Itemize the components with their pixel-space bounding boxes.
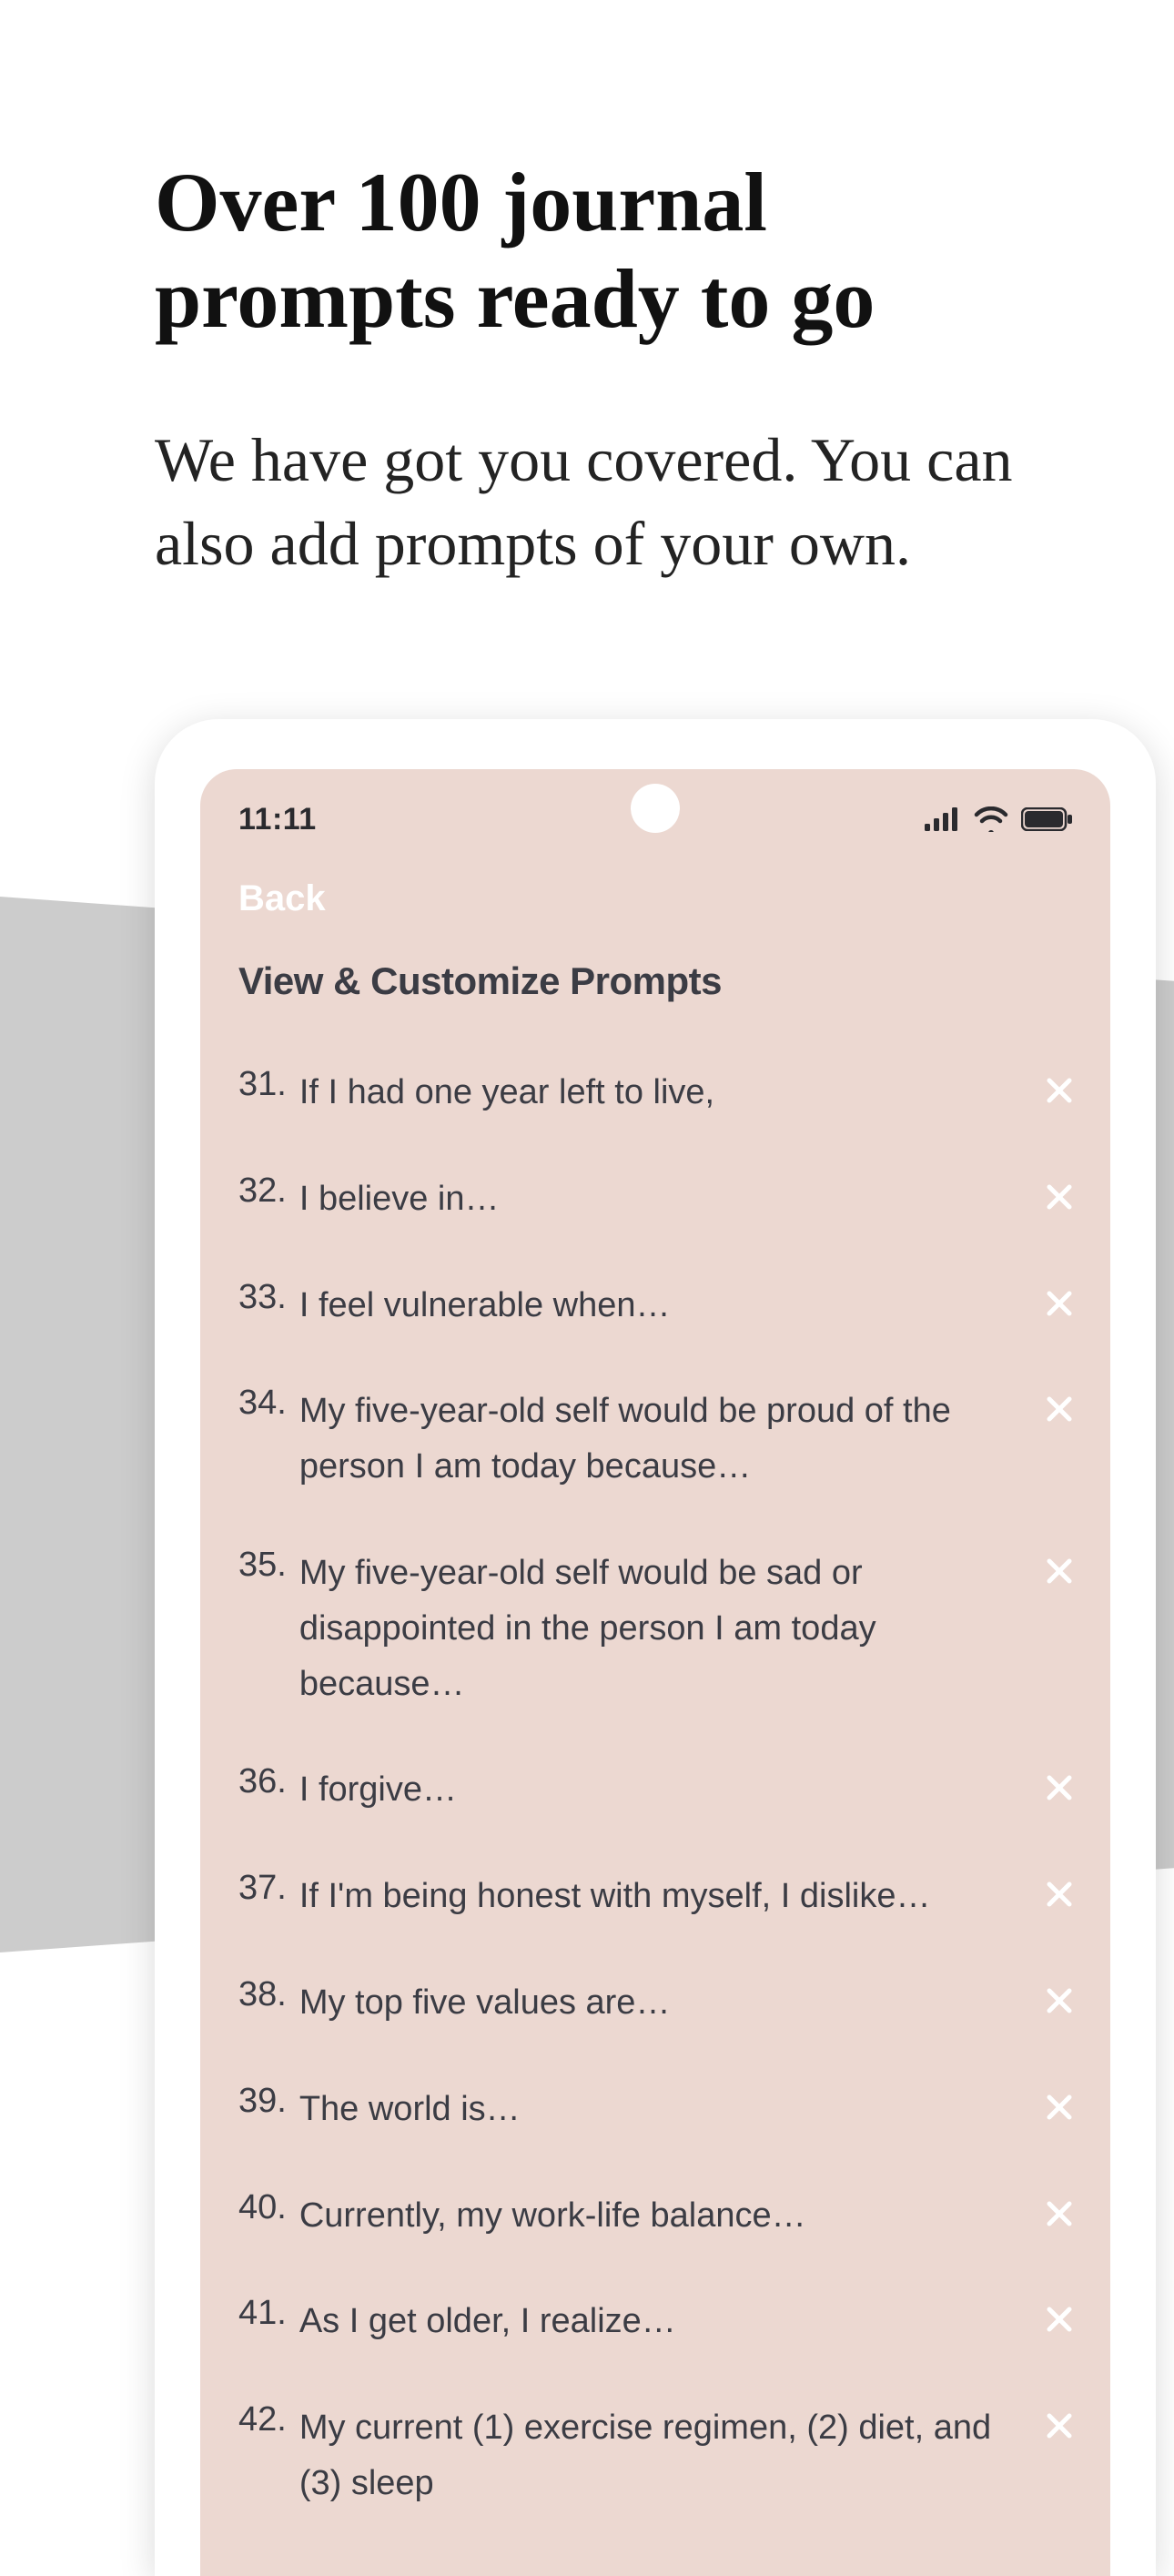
delete-prompt-button[interactable] — [1039, 2087, 1079, 2127]
prompt-row: 35. My five-year-old self would be sad or… — [200, 1520, 1110, 1737]
prompt-text: I believe in… — [299, 1171, 1027, 1227]
status-indicators — [925, 806, 1074, 832]
prompt-number: 31. — [238, 1065, 287, 1104]
prompt-number: 41. — [238, 2294, 287, 2333]
prompt-number: 34. — [238, 1384, 287, 1423]
prompt-text: I forgive… — [299, 1762, 1027, 1818]
prompt-number: 36. — [238, 1762, 287, 1801]
prompt-number: 35. — [238, 1546, 287, 1585]
delete-prompt-button[interactable] — [1039, 2299, 1079, 2339]
close-icon — [1046, 2200, 1073, 2227]
prompt-row: 38. My top five values are… — [200, 1950, 1110, 2056]
close-icon — [1046, 1395, 1073, 1423]
prompt-text: My top five values are… — [299, 1975, 1027, 2031]
delete-prompt-button[interactable] — [1039, 1389, 1079, 1429]
delete-prompt-button[interactable] — [1039, 1768, 1079, 1808]
marketing-headline: Over 100 journal prompts ready to go — [155, 155, 1083, 348]
close-icon — [1046, 2306, 1073, 2333]
prompt-row: 40. Currently, my work-life balance… — [200, 2163, 1110, 2269]
prompt-text: The world is… — [299, 2082, 1027, 2137]
close-icon — [1046, 2412, 1073, 2439]
prompt-text: My five-year-old self would be sad or di… — [299, 1546, 1027, 1711]
prompt-number: 39. — [238, 2082, 287, 2121]
close-icon — [1046, 1987, 1073, 2014]
delete-prompt-button[interactable] — [1039, 2194, 1079, 2234]
marketing-subhead: We have got you covered. You can also ad… — [155, 419, 1065, 586]
prompt-text: If I had one year left to live, — [299, 1065, 1027, 1121]
close-icon — [1046, 1774, 1073, 1801]
camera-cutout — [631, 784, 680, 833]
delete-prompt-button[interactable] — [1039, 1551, 1079, 1591]
close-icon — [1046, 1557, 1073, 1585]
prompt-text: If I'm being honest with myself, I disli… — [299, 1869, 1027, 1924]
phone-screen: 11:11 — [200, 769, 1110, 2576]
battery-icon — [1021, 807, 1074, 831]
cellular-signal-icon — [925, 807, 961, 831]
delete-prompt-button[interactable] — [1039, 1070, 1079, 1111]
prompt-text: As I get older, I realize… — [299, 2294, 1027, 2349]
close-icon — [1046, 2094, 1073, 2121]
prompt-number: 37. — [238, 1869, 287, 1908]
delete-prompt-button[interactable] — [1039, 2406, 1079, 2446]
close-icon — [1046, 1077, 1073, 1104]
close-icon — [1046, 1183, 1073, 1211]
prompt-row: 36. I forgive… — [200, 1737, 1110, 1843]
prompt-row: 37. If I'm being honest with myself, I di… — [200, 1843, 1110, 1950]
prompt-number: 42. — [238, 2400, 287, 2439]
prompt-row: 39. The world is… — [200, 2056, 1110, 2163]
status-time: 11:11 — [238, 802, 317, 837]
prompt-number: 38. — [238, 1975, 287, 2014]
prompt-number: 33. — [238, 1278, 287, 1317]
delete-prompt-button[interactable] — [1039, 1981, 1079, 2021]
prompt-row: 32. I believe in… — [200, 1146, 1110, 1253]
prompt-list: 31. If I had one year left to live, 32. I b… — [200, 1021, 1110, 2537]
page-title: View & Customize Prompts — [200, 928, 1110, 1021]
prompt-text: My five-year-old self would be proud of … — [299, 1384, 1027, 1495]
prompt-number: 32. — [238, 1171, 287, 1211]
delete-prompt-button[interactable] — [1039, 1177, 1079, 1217]
prompt-text: I feel vulnerable when… — [299, 1278, 1027, 1334]
prompt-row: 31. If I had one year left to live, — [200, 1040, 1110, 1146]
back-button[interactable]: Back — [200, 851, 1110, 928]
wifi-icon — [974, 806, 1008, 832]
prompt-text: Currently, my work-life balance… — [299, 2188, 1027, 2244]
prompt-row: 41. As I get older, I realize… — [200, 2268, 1110, 2375]
delete-prompt-button[interactable] — [1039, 1283, 1079, 1323]
phone-mockup-frame: 11:11 — [155, 719, 1156, 2576]
close-icon — [1046, 1881, 1073, 1908]
close-icon — [1046, 1290, 1073, 1317]
prompt-text: My current (1) exercise regimen, (2) die… — [299, 2400, 1027, 2511]
prompt-row: 34. My five-year-old self would be proud … — [200, 1358, 1110, 1520]
prompt-row: 42. My current (1) exercise regimen, (2) … — [200, 2375, 1110, 2537]
delete-prompt-button[interactable] — [1039, 1874, 1079, 1914]
prompt-number: 40. — [238, 2188, 287, 2227]
prompt-row: 33. I feel vulnerable when… — [200, 1253, 1110, 1359]
